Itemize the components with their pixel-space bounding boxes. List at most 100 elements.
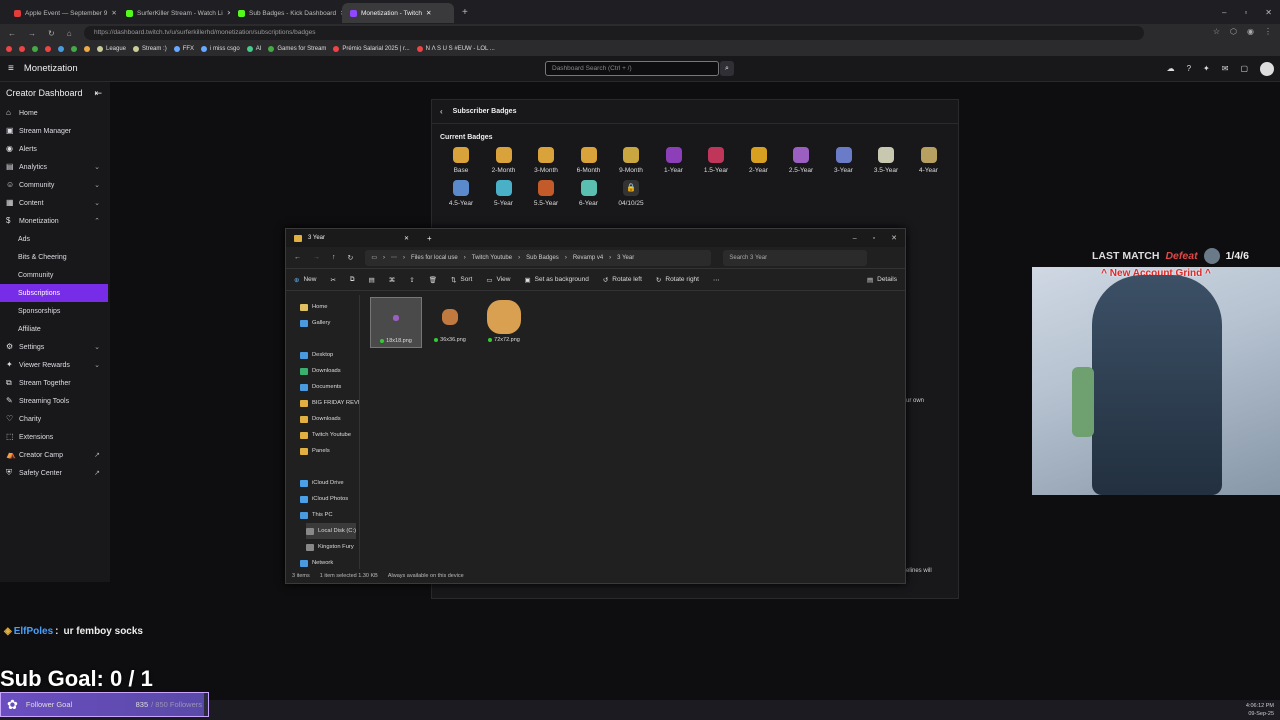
close-tab-icon[interactable]: ✕ — [111, 9, 116, 17]
more-icon[interactable]: ⋯ — [713, 276, 720, 284]
file-item[interactable]: 36x36.png — [424, 297, 476, 346]
close-tab-icon[interactable]: ✕ — [404, 235, 409, 242]
sidebar-item-home[interactable]: ⌂ Home — [0, 104, 108, 122]
bookmark-item[interactable]: Stream :) — [133, 46, 167, 52]
sidebar-item-safety-center[interactable]: ⛨ Safety Center ↗ — [0, 464, 108, 482]
sidebar-item-charity[interactable]: ♡ Charity — [0, 410, 108, 428]
sidebar-item-ads[interactable]: Ads — [0, 230, 108, 248]
back-icon[interactable]: ← — [294, 254, 301, 261]
share-icon[interactable]: ⇪ — [409, 276, 414, 284]
sidebar-item-viewer-rewards[interactable]: ✦ Viewer Rewards ⌄ — [0, 356, 108, 374]
nav-item[interactable]: Kingston Fury — [306, 539, 354, 555]
sidebar-item-content[interactable]: ▦ Content ⌄ — [0, 194, 108, 212]
sidebar-item-alerts[interactable]: ◉ Alerts — [0, 140, 108, 158]
refresh-icon[interactable]: ↻ — [348, 254, 354, 262]
url-input[interactable]: https://dashboard.twitch.tv/u/surferkill… — [84, 26, 1144, 40]
minimize-icon[interactable]: – — [853, 235, 857, 242]
star-icon[interactable]: ☆ — [1213, 27, 1220, 36]
bookmark-favicon-icon[interactable] — [84, 46, 90, 52]
bookmark-item[interactable]: FFX — [173, 46, 194, 52]
subscriber-badge[interactable]: 5.5-Year — [525, 180, 567, 207]
sidebar-item-stream-manager[interactable]: ▣ Stream Manager — [0, 122, 108, 140]
file-item[interactable]: 18x18.png — [370, 297, 422, 348]
more-icon[interactable]: ⋯ — [391, 254, 397, 261]
close-icon[interactable]: ✕ — [1265, 8, 1272, 17]
search-icon[interactable]: ⌕ — [720, 61, 734, 76]
bookmark-item[interactable]: League — [97, 46, 126, 52]
back-icon[interactable]: ← — [8, 29, 16, 38]
collapse-sidebar-icon[interactable]: ⇤ — [94, 88, 102, 99]
bookmark-favicon-icon[interactable] — [58, 46, 64, 52]
explorer-search-input[interactable]: Search 3 Year — [723, 249, 868, 266]
sidebar-item-stream-together[interactable]: ⧉ Stream Together — [0, 374, 108, 392]
subscriber-badge[interactable]: 5-Year — [483, 180, 525, 207]
new-tab-icon[interactable]: + — [462, 7, 468, 18]
set-as-background-button[interactable]: ▣ Set as background — [524, 276, 588, 284]
subscriber-badge[interactable]: 3.5-Year — [865, 147, 907, 174]
breadcrumb-item[interactable]: Revamp v4 — [573, 255, 603, 261]
minimize-icon[interactable]: – — [1222, 8, 1226, 17]
subscriber-badge[interactable]: 4-Year — [908, 147, 950, 174]
subscriber-badge[interactable]: 2.5-Year — [780, 147, 822, 174]
explorer-tab-title[interactable]: 3 Year — [308, 235, 398, 241]
menu-icon[interactable]: ⋮ — [1264, 27, 1272, 36]
subscriber-badge[interactable]: 6-Year — [568, 180, 610, 207]
bookmark-item[interactable]: Games for Stream — [268, 46, 326, 52]
sidebar-item-extensions[interactable]: ⬚ Extensions — [0, 428, 108, 446]
sidebar-item-analytics[interactable]: ▤ Analytics ⌄ — [0, 158, 108, 176]
maximize-icon[interactable]: ▫ — [1244, 8, 1247, 17]
details-button[interactable]: ▤ Details — [867, 276, 897, 284]
nav-item[interactable]: Downloads — [300, 411, 341, 427]
subscriber-badge[interactable]: 2-Month — [483, 147, 525, 174]
sidebar-item-bits-cheering[interactable]: Bits & Cheering — [0, 248, 108, 266]
nav-item[interactable]: Local Disk (C:) — [306, 523, 357, 539]
nav-item[interactable]: Documents — [300, 379, 341, 395]
extension-icon[interactable]: ◉ — [1247, 27, 1254, 36]
sidebar-item-subscriptions[interactable]: Subscriptions — [0, 284, 108, 302]
bookmark-favicon-icon[interactable] — [6, 46, 12, 52]
subscriber-badge[interactable]: 9-Month — [610, 147, 652, 174]
subscriber-badge[interactable]: 2-Year — [738, 147, 780, 174]
subscriber-badge[interactable]: 3-Month — [525, 147, 567, 174]
bookmark-favicon-icon[interactable] — [71, 46, 77, 52]
back-icon[interactable]: ‹ — [440, 107, 443, 116]
rename-icon[interactable]: ⌘ — [389, 276, 396, 284]
maximize-icon[interactable]: ▫ — [873, 235, 875, 242]
bookmark-favicon-icon[interactable] — [32, 46, 38, 52]
nav-item[interactable]: Desktop — [300, 347, 333, 363]
nav-item[interactable]: iCloud Photos — [300, 491, 348, 507]
new-tab-icon[interactable]: + — [427, 234, 432, 243]
home-icon[interactable]: ⌂ — [67, 29, 72, 38]
rotate-left-button[interactable]: ↺ Rotate left — [603, 276, 642, 284]
inbox-icon[interactable]: ✉ — [1222, 64, 1229, 73]
view-button[interactable]: ▭ View — [486, 276, 510, 284]
subscriber-badge[interactable]: 1.5-Year — [695, 147, 737, 174]
forward-icon[interactable]: → — [28, 29, 36, 38]
hamburger-icon[interactable]: ≡ — [8, 63, 14, 74]
nav-item[interactable]: Downloads — [300, 363, 341, 379]
sidebar-item-affiliate[interactable]: Affiliate — [0, 320, 108, 338]
bookmark-item[interactable]: Prémio Salarial 2025 | r... — [333, 46, 410, 52]
paste-icon[interactable]: ▤ — [369, 276, 375, 284]
nav-item[interactable]: Panels — [300, 443, 330, 459]
subscriber-badge[interactable]: 1-Year — [653, 147, 695, 174]
close-tab-icon[interactable]: ✕ — [426, 9, 431, 17]
help-icon[interactable]: ? — [1187, 64, 1191, 73]
subscriber-badge[interactable]: 4.5-Year — [440, 180, 482, 207]
sidebar-item-sponsorships[interactable]: Sponsorships — [0, 302, 108, 320]
forward-icon[interactable]: → — [313, 254, 320, 261]
bookmark-item[interactable]: N Λ S U S #EUW - LOL ... — [416, 46, 495, 52]
sidebar-item-community[interactable]: Community — [0, 266, 108, 284]
browser-tab[interactable]: Monetization - Twitch ✕ — [342, 3, 454, 23]
nav-item[interactable]: Home — [300, 299, 327, 315]
cut-icon[interactable]: ✂ — [330, 276, 335, 284]
nav-item[interactable]: iCloud Drive — [300, 475, 344, 491]
avatar[interactable] — [1260, 61, 1274, 76]
up-icon[interactable]: ↑ — [332, 254, 336, 261]
nav-item[interactable]: Network — [300, 555, 333, 571]
breadcrumb-item[interactable]: Files for local use — [411, 255, 458, 261]
notifications-icon[interactable]: ▢ — [1240, 64, 1248, 73]
copy-icon[interactable]: ⧉ — [350, 276, 355, 284]
browser-tab[interactable]: Apple Event — September 9 ✕ — [6, 3, 118, 23]
extension-icon[interactable]: ⬡ — [1230, 27, 1237, 36]
